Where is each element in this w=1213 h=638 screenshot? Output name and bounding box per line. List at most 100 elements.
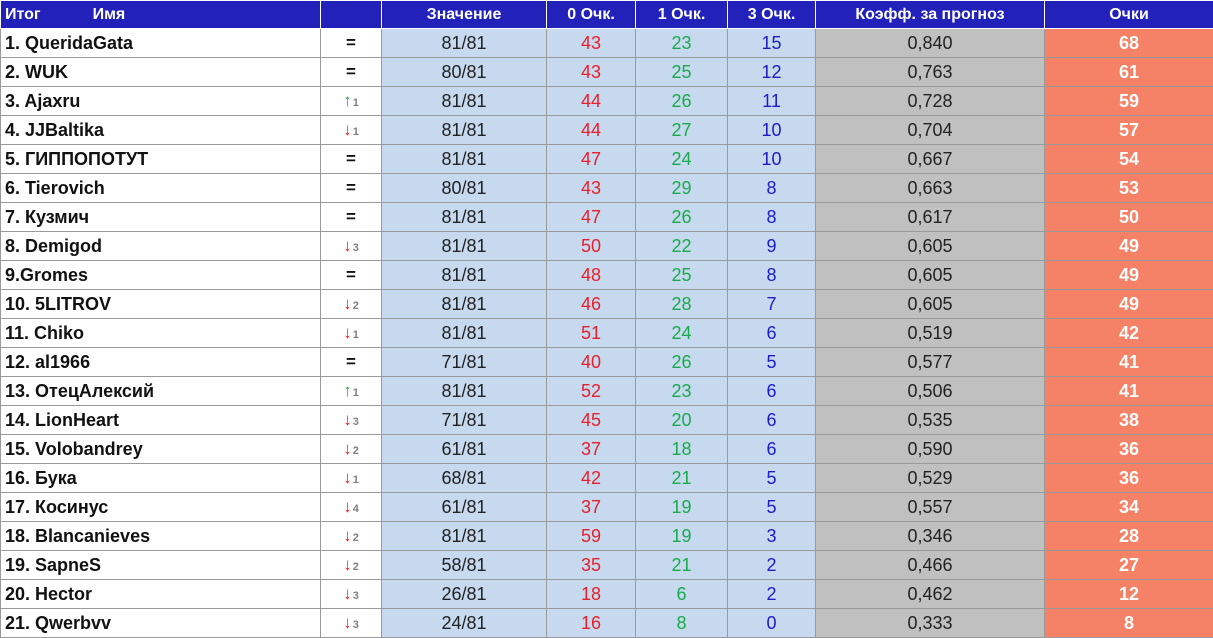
three-points-count: 8 — [727, 202, 816, 232]
value-cell: 26/81 — [381, 579, 547, 609]
forecast-coefficient: 0,840 — [815, 28, 1045, 58]
trend-cell: ↑1 — [320, 376, 382, 406]
table-row: 7. Кузмич = 81/81 47 26 8 0,617 50 — [0, 202, 1213, 232]
forecast-coefficient: 0,557 — [815, 492, 1045, 522]
arrow-down-icon: ↓ — [343, 236, 352, 255]
three-points-count: 7 — [727, 289, 816, 319]
total-points: 49 — [1044, 231, 1213, 261]
three-points-count: 9 — [727, 231, 816, 261]
table-header: Итог Имя Значение 0 Очк. 1 Очк. 3 Очк. Ко… — [0, 0, 1213, 29]
zero-points-count: 40 — [546, 347, 636, 377]
position-shift: 1 — [352, 474, 359, 486]
player-name: 7. Кузмич — [0, 202, 321, 232]
position-shift: 3 — [352, 619, 359, 631]
standings-table: Итог Имя Значение 0 Очк. 1 Очк. 3 Очк. Ко… — [0, 0, 1213, 638]
total-points: 57 — [1044, 115, 1213, 145]
position-shift: 1 — [352, 387, 359, 399]
position-shift: 2 — [352, 561, 359, 573]
zero-points-count: 35 — [546, 550, 636, 580]
forecast-coefficient: 0,519 — [815, 318, 1045, 348]
table-row: 1. QueridaGata = 81/81 43 23 15 0,840 68 — [0, 28, 1213, 58]
forecast-coefficient: 0,763 — [815, 57, 1045, 87]
equal-sign: = — [346, 207, 356, 226]
zero-points-count: 52 — [546, 376, 636, 406]
table-row: 21. Qwerbvv ↓3 24/81 16 8 0 0,333 8 — [0, 608, 1213, 638]
three-points-count: 8 — [727, 173, 816, 203]
header-row: Итог Имя Значение 0 Очк. 1 Очк. 3 Очк. Ко… — [0, 0, 1213, 29]
forecast-coefficient: 0,506 — [815, 376, 1045, 406]
three-points-count: 2 — [727, 579, 816, 609]
header-p1-label: 1 Очк. — [635, 0, 728, 29]
zero-points-count: 47 — [546, 144, 636, 174]
total-points: 41 — [1044, 376, 1213, 406]
total-points: 54 — [1044, 144, 1213, 174]
trend-cell: ↓3 — [320, 608, 382, 638]
total-points: 28 — [1044, 521, 1213, 551]
position-shift: 1 — [352, 97, 359, 109]
trend-cell: ↓1 — [320, 318, 382, 348]
total-points: 42 — [1044, 318, 1213, 348]
one-point-count: 20 — [635, 405, 728, 435]
total-points: 27 — [1044, 550, 1213, 580]
player-name: 20. Hector — [0, 579, 321, 609]
value-cell: 68/81 — [381, 463, 547, 493]
value-cell: 81/81 — [381, 144, 547, 174]
zero-points-count: 18 — [546, 579, 636, 609]
total-points: 38 — [1044, 405, 1213, 435]
zero-points-count: 47 — [546, 202, 636, 232]
one-point-count: 29 — [635, 173, 728, 203]
value-cell: 81/81 — [381, 28, 547, 58]
total-points: 36 — [1044, 463, 1213, 493]
header-value-label: Значение — [381, 0, 547, 29]
zero-points-count: 37 — [546, 434, 636, 464]
position-shift: 2 — [352, 300, 359, 312]
table-row: 2. WUK = 80/81 43 25 12 0,763 61 — [0, 57, 1213, 87]
arrow-up-icon: ↑ — [343, 91, 352, 110]
forecast-coefficient: 0,617 — [815, 202, 1045, 232]
forecast-coefficient: 0,590 — [815, 434, 1045, 464]
total-points: 49 — [1044, 260, 1213, 290]
player-name: 8. Demigod — [0, 231, 321, 261]
zero-points-count: 43 — [546, 28, 636, 58]
one-point-count: 23 — [635, 376, 728, 406]
table-row: 16. Бука ↓1 68/81 42 21 5 0,529 36 — [0, 463, 1213, 493]
trend-cell: = — [320, 173, 382, 203]
trend-cell: ↓2 — [320, 434, 382, 464]
value-cell: 81/81 — [381, 260, 547, 290]
forecast-coefficient: 0,667 — [815, 144, 1045, 174]
header-trend-cell — [320, 0, 382, 29]
three-points-count: 5 — [727, 492, 816, 522]
three-points-count: 0 — [727, 608, 816, 638]
table-row: 5. ГИППОПОТУТ = 81/81 47 24 10 0,667 54 — [0, 144, 1213, 174]
total-points: 61 — [1044, 57, 1213, 87]
one-point-count: 24 — [635, 318, 728, 348]
value-cell: 81/81 — [381, 115, 547, 145]
table-row: 18. Blancanieves ↓2 81/81 59 19 3 0,346 28 — [0, 521, 1213, 551]
position-shift: 3 — [352, 590, 359, 602]
trend-cell: ↓3 — [320, 579, 382, 609]
one-point-count: 26 — [635, 202, 728, 232]
three-points-count: 6 — [727, 405, 816, 435]
zero-points-count: 50 — [546, 231, 636, 261]
total-points: 68 — [1044, 28, 1213, 58]
zero-points-count: 44 — [546, 115, 636, 145]
value-cell: 81/81 — [381, 289, 547, 319]
value-cell: 80/81 — [381, 57, 547, 87]
trend-cell: ↓2 — [320, 289, 382, 319]
zero-points-count: 51 — [546, 318, 636, 348]
forecast-coefficient: 0,577 — [815, 347, 1045, 377]
forecast-coefficient: 0,728 — [815, 86, 1045, 116]
trend-cell: ↓1 — [320, 115, 382, 145]
header-points-label: Очки — [1044, 0, 1213, 29]
total-points: 8 — [1044, 608, 1213, 638]
player-name: 11. Chiko — [0, 318, 321, 348]
value-cell: 61/81 — [381, 492, 547, 522]
player-name: 1. QueridaGata — [0, 28, 321, 58]
player-name: 5. ГИППОПОТУТ — [0, 144, 321, 174]
zero-points-count: 48 — [546, 260, 636, 290]
zero-points-count: 59 — [546, 521, 636, 551]
player-name: 2. WUK — [0, 57, 321, 87]
equal-sign: = — [346, 149, 356, 168]
total-points: 50 — [1044, 202, 1213, 232]
table-row: 8. Demigod ↓3 81/81 50 22 9 0,605 49 — [0, 231, 1213, 261]
